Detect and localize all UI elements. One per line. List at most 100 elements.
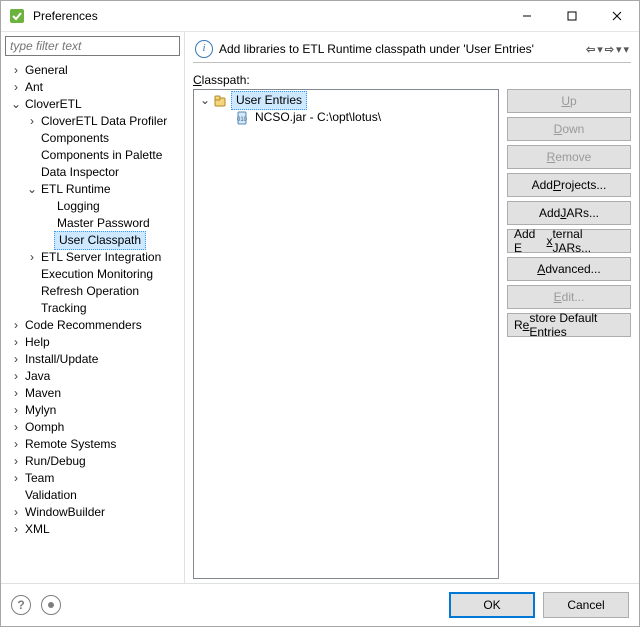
tree-item[interactable]: ›Help bbox=[5, 334, 180, 351]
page-title: Add libraries to ETL Runtime classpath u… bbox=[219, 42, 586, 56]
info-icon: i bbox=[195, 40, 213, 58]
tree-item[interactable]: ›General bbox=[5, 62, 180, 79]
addproj-button[interactable]: Add Projects... bbox=[507, 173, 631, 197]
tree-item-label: Logging bbox=[55, 198, 102, 215]
classpath-entry-label: User Entries bbox=[231, 91, 307, 110]
page-header: i Add libraries to ETL Runtime classpath… bbox=[193, 36, 631, 63]
tree-item-label: XML bbox=[23, 521, 52, 538]
tree-item[interactable]: Execution Monitoring bbox=[5, 266, 180, 283]
chevron-right-icon[interactable]: › bbox=[9, 368, 23, 385]
tree-item-label: Java bbox=[23, 368, 52, 385]
chevron-right-icon[interactable]: › bbox=[9, 402, 23, 419]
tree-item-label: User Classpath bbox=[54, 231, 146, 250]
ok-button[interactable]: OK bbox=[449, 592, 535, 618]
tree-item[interactable]: Refresh Operation bbox=[5, 283, 180, 300]
tree-item[interactable]: ›Oomph bbox=[5, 419, 180, 436]
tree-item-label: Run/Debug bbox=[23, 453, 88, 470]
tree-item-label: Install/Update bbox=[23, 351, 100, 368]
tree-item[interactable]: ›Remote Systems bbox=[5, 436, 180, 453]
preference-tree-panel: ›General›Ant⌄CloverETL›CloverETL Data Pr… bbox=[1, 32, 185, 583]
maximize-button[interactable] bbox=[549, 1, 594, 31]
tree-item[interactable]: ›Mylyn bbox=[5, 402, 180, 419]
chevron-right-icon[interactable]: › bbox=[9, 62, 23, 79]
classpath-tree[interactable]: ⌄ User Entries010NCSO.jar - C:\opt\lotus\ bbox=[193, 89, 499, 579]
tree-item[interactable]: ⌄CloverETL bbox=[5, 96, 180, 113]
tree-item-label: Mylyn bbox=[23, 402, 58, 419]
classpath-entry-label: NCSO.jar - C:\opt\lotus\ bbox=[253, 109, 383, 126]
tree-item[interactable]: Logging bbox=[5, 198, 180, 215]
tree-item[interactable]: ›CloverETL Data Profiler bbox=[5, 113, 180, 130]
edit-button: Edit... bbox=[507, 285, 631, 309]
chevron-right-icon[interactable]: › bbox=[9, 334, 23, 351]
addjars-button[interactable]: Add JARs... bbox=[507, 201, 631, 225]
titlebar: Preferences bbox=[1, 1, 639, 32]
chevron-right-icon[interactable]: › bbox=[9, 470, 23, 487]
tree-item-label: Execution Monitoring bbox=[39, 266, 155, 283]
tree-item[interactable]: ›Run/Debug bbox=[5, 453, 180, 470]
tree-item-label: Oomph bbox=[23, 419, 66, 436]
forward-menu-icon[interactable]: ▾ bbox=[616, 43, 622, 56]
chevron-right-icon[interactable]: › bbox=[9, 419, 23, 436]
help-button[interactable]: ? bbox=[11, 595, 31, 615]
chevron-right-icon[interactable]: › bbox=[9, 385, 23, 402]
tree-item[interactable]: Master Password bbox=[5, 215, 180, 232]
tree-item-label: WindowBuilder bbox=[23, 504, 107, 521]
tree-item[interactable]: ›Maven bbox=[5, 385, 180, 402]
tree-item[interactable]: ⌄ETL Runtime bbox=[5, 181, 180, 198]
tree-item-label: Data Inspector bbox=[39, 164, 121, 181]
filter-text-input[interactable] bbox=[5, 36, 180, 56]
preference-page: i Add libraries to ETL Runtime classpath… bbox=[185, 32, 639, 583]
tree-item-label: ETL Server Integration bbox=[39, 249, 163, 266]
chevron-right-icon[interactable]: › bbox=[9, 453, 23, 470]
tree-item[interactable]: Tracking bbox=[5, 300, 180, 317]
tree-item[interactable]: ›ETL Server Integration bbox=[5, 249, 180, 266]
chevron-right-icon[interactable]: › bbox=[9, 79, 23, 96]
tree-item-label: Help bbox=[23, 334, 52, 351]
advanced-button[interactable]: Advanced... bbox=[507, 257, 631, 281]
chevron-right-icon[interactable]: › bbox=[9, 521, 23, 538]
tree-item[interactable]: ›WindowBuilder bbox=[5, 504, 180, 521]
tree-item[interactable]: ›Ant bbox=[5, 79, 180, 96]
tree-item[interactable]: Data Inspector bbox=[5, 164, 180, 181]
tree-item[interactable]: User Classpath bbox=[5, 232, 180, 249]
tree-item-label: CloverETL bbox=[23, 96, 84, 113]
close-button[interactable] bbox=[594, 1, 639, 31]
tree-item[interactable]: ›Java bbox=[5, 368, 180, 385]
import-export-button[interactable] bbox=[41, 595, 61, 615]
classpath-entry[interactable]: 010NCSO.jar - C:\opt\lotus\ bbox=[196, 109, 496, 126]
minimize-button[interactable] bbox=[504, 1, 549, 31]
tree-item[interactable]: ›Team bbox=[5, 470, 180, 487]
up-button: Up bbox=[507, 89, 631, 113]
tree-item[interactable]: Validation bbox=[5, 487, 180, 504]
tree-item-label: Validation bbox=[23, 487, 79, 504]
tree-item[interactable]: ›Code Recommenders bbox=[5, 317, 180, 334]
tree-item[interactable]: Components bbox=[5, 130, 180, 147]
cancel-button[interactable]: Cancel bbox=[543, 592, 629, 618]
tree-item-label: CloverETL Data Profiler bbox=[39, 113, 169, 130]
tree-item-label: Master Password bbox=[55, 215, 152, 232]
classpath-entry[interactable]: ⌄ User Entries bbox=[196, 92, 496, 109]
chevron-down-icon[interactable]: ⌄ bbox=[9, 96, 23, 113]
preference-tree[interactable]: ›General›Ant⌄CloverETL›CloverETL Data Pr… bbox=[5, 62, 180, 579]
forward-button[interactable]: ⇨ bbox=[605, 43, 614, 56]
chevron-right-icon[interactable]: › bbox=[25, 113, 39, 130]
addext-button[interactable]: Add External JARs... bbox=[507, 229, 631, 253]
tree-item[interactable]: Components in Palette bbox=[5, 147, 180, 164]
page-menu-icon[interactable]: ▾ bbox=[623, 43, 629, 56]
back-button[interactable]: ⇦ bbox=[586, 43, 595, 56]
chevron-down-icon[interactable]: ⌄ bbox=[198, 92, 212, 109]
remove-button: Remove bbox=[507, 145, 631, 169]
chevron-right-icon[interactable]: › bbox=[9, 351, 23, 368]
tree-item-label: Code Recommenders bbox=[23, 317, 144, 334]
tree-item[interactable]: ›XML bbox=[5, 521, 180, 538]
back-menu-icon[interactable]: ▾ bbox=[597, 43, 603, 56]
chevron-down-icon[interactable]: ⌄ bbox=[25, 181, 39, 198]
tree-item[interactable]: ›Install/Update bbox=[5, 351, 180, 368]
chevron-right-icon[interactable]: › bbox=[9, 317, 23, 334]
restore-button[interactable]: Restore Default Entries bbox=[507, 313, 631, 337]
chevron-right-icon[interactable]: › bbox=[25, 249, 39, 266]
tree-item-label: Remote Systems bbox=[23, 436, 118, 453]
tree-item-label: Components in Palette bbox=[39, 147, 164, 164]
chevron-right-icon[interactable]: › bbox=[9, 504, 23, 521]
chevron-right-icon[interactable]: › bbox=[9, 436, 23, 453]
